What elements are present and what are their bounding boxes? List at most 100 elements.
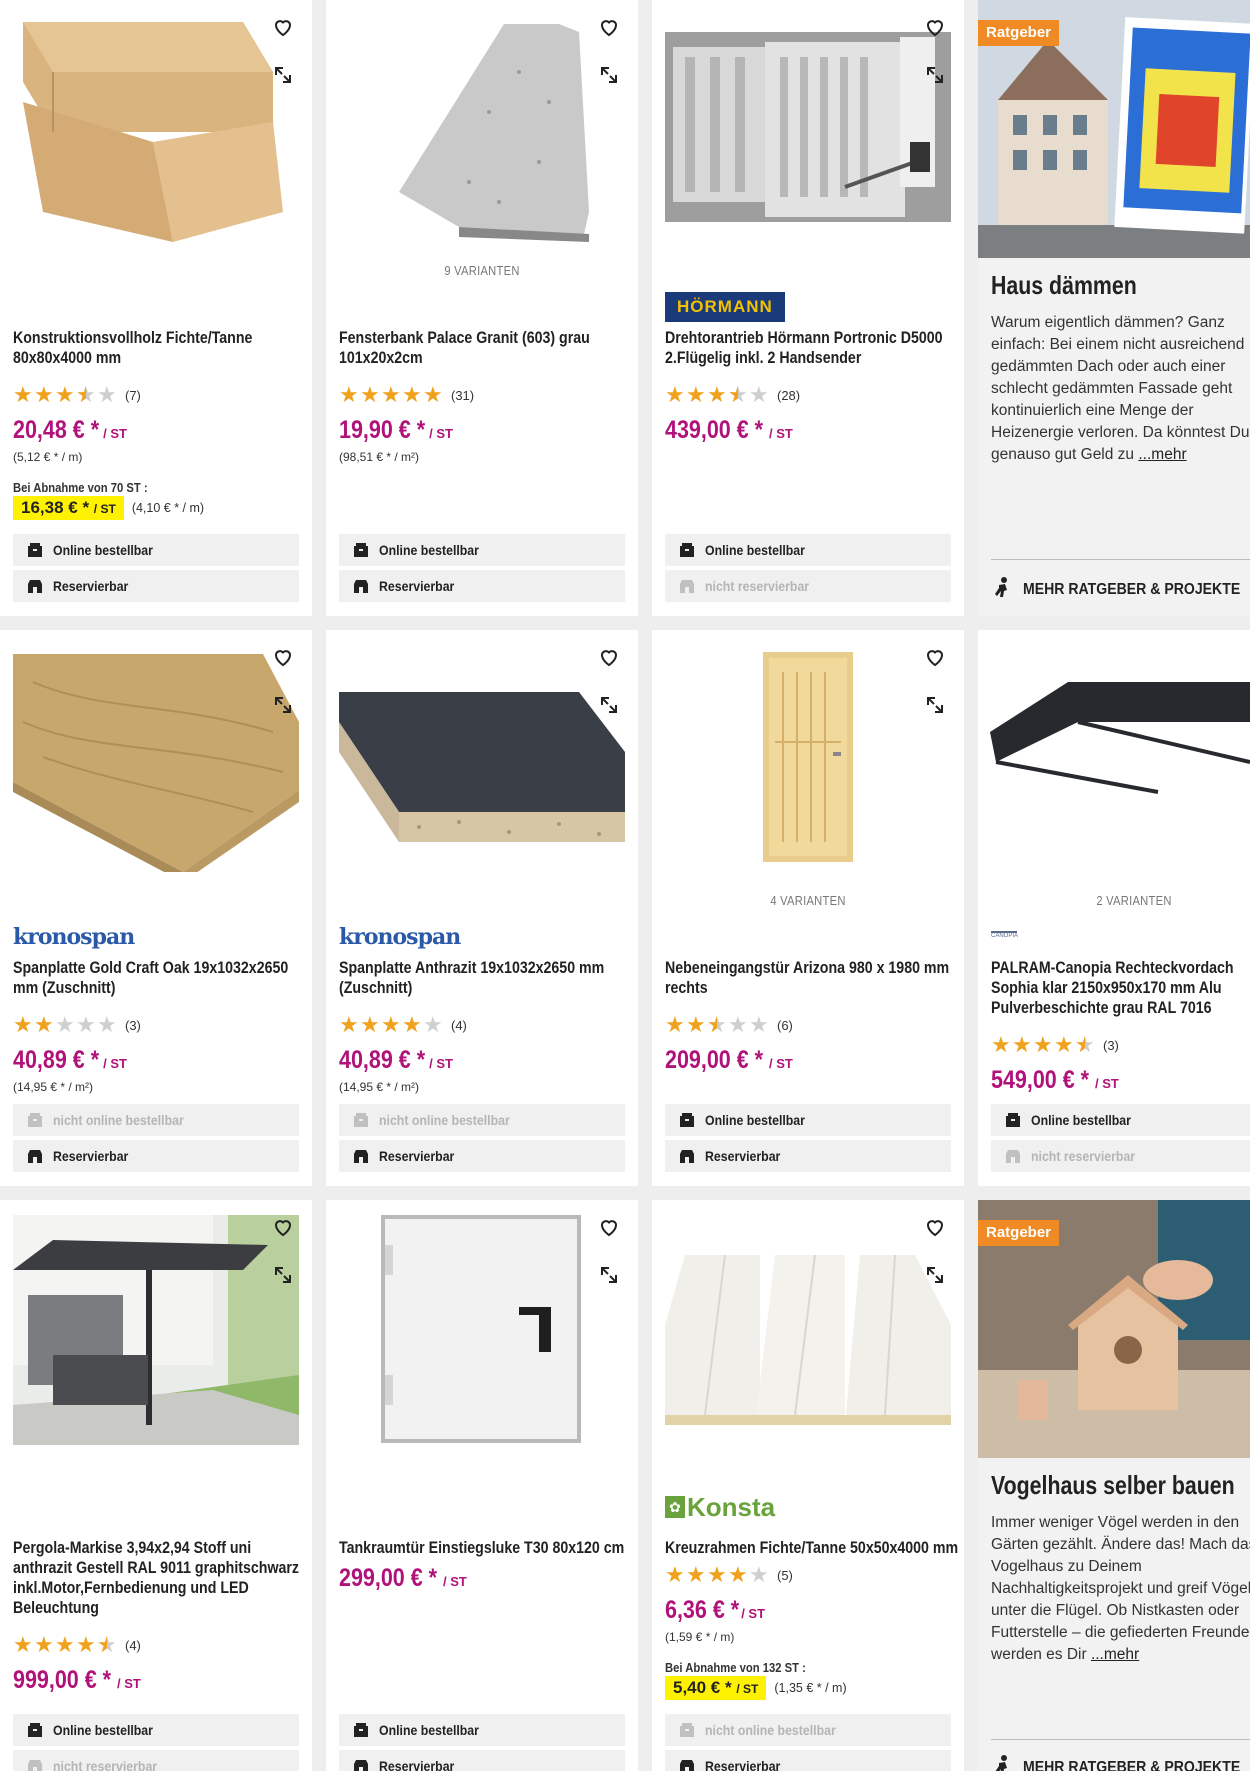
star-full-icon: ★ (728, 1562, 748, 1587)
product-image[interactable] (339, 1215, 625, 1445)
bulk-discount-label: Bei Abnahme von 70 ST : (13, 481, 148, 495)
favorite-heart-icon[interactable] (266, 10, 300, 44)
compare-arrows-icon[interactable] (918, 58, 952, 92)
ratgeber-card[interactable]: Ratgeber Vogelhaus selber bauen Immer we… (978, 1200, 1250, 1771)
product-title[interactable]: Spanplatte Anthrazit 19x1032x2650 mm (Zu… (339, 958, 638, 998)
favorite-heart-icon[interactable] (918, 1210, 952, 1244)
product-image[interactable] (13, 12, 299, 242)
price: 40,89 € * / ST (339, 1046, 453, 1074)
product-title[interactable]: Fensterbank Palace Granit (603) grau 101… (339, 328, 638, 368)
rating: ★★★★★ (6) (665, 1014, 793, 1037)
review-count: (4) (125, 1637, 141, 1653)
product-title[interactable]: Tankraumtür Einstiegsluke T30 80x120 cm (339, 1538, 638, 1558)
unit-price: (14,95 € * / m²) (13, 1080, 94, 1094)
star-rating: ★ ★ ★ ★ ★ (13, 1632, 117, 1657)
product-card[interactable]: ✿ Konsta Kreuzrahmen Fichte/Tanne 50x50x… (652, 1200, 964, 1771)
variants-count[interactable]: 2 VARIANTEN (1000, 893, 1250, 908)
product-card[interactable]: 9 VARIANTEN Fensterbank Palace Granit (6… (326, 0, 638, 616)
compare-arrows-icon[interactable] (266, 58, 300, 92)
more-ratgeber-button[interactable]: MEHR RATGEBER & PROJEKTE (991, 1754, 1250, 1771)
reservation-availability: nicht reservierbar (665, 570, 951, 602)
favorite-heart-icon[interactable] (592, 1210, 626, 1244)
store-icon (353, 1758, 369, 1771)
brand-logo[interactable]: ✿ Konsta (665, 1492, 775, 1522)
product-card[interactable]: Konstruktionsvollholz Fichte/Tanne 80x80… (0, 0, 312, 616)
online-availability: Online bestellbar (991, 1104, 1250, 1136)
product-card[interactable]: 4 VARIANTEN Nebeneingangstür Arizona 980… (652, 630, 964, 1186)
more-ratgeber-button[interactable]: MEHR RATGEBER & PROJEKTE (991, 576, 1250, 603)
favorite-heart-icon[interactable] (592, 640, 626, 674)
online-availability: Online bestellbar (13, 534, 299, 566)
box-icon (27, 1112, 43, 1128)
brand-logo[interactable]: kronospan (339, 922, 461, 952)
product-image[interactable] (665, 642, 951, 872)
product-title[interactable]: Konstruktionsvollholz Fichte/Tanne 80x80… (13, 328, 312, 368)
favorite-heart-icon[interactable] (592, 10, 626, 44)
product-image[interactable] (665, 12, 951, 242)
ratgeber-tag: Ratgeber (978, 1220, 1060, 1246)
favorite-heart-icon[interactable] (918, 640, 952, 674)
store-icon (1005, 1148, 1021, 1164)
reservation-availability: Reservierbar (665, 1750, 951, 1771)
star-full-icon: ★ (339, 1012, 359, 1037)
favorite-heart-icon[interactable] (918, 10, 952, 44)
reservation-availability: Reservierbar (339, 1750, 625, 1771)
star-full-icon: ★ (1012, 1032, 1032, 1057)
variants-count[interactable]: 9 VARIANTEN (348, 263, 616, 278)
compare-arrows-icon[interactable] (266, 1258, 300, 1292)
product-image[interactable] (339, 12, 625, 242)
rating: ★★★★★ (4) (339, 1014, 467, 1036)
ratgeber-title[interactable]: Vogelhaus selber bauen (991, 1470, 1235, 1501)
product-card[interactable]: kronospan Spanplatte Gold Craft Oak 19x1… (0, 630, 312, 1186)
product-card[interactable]: HÖRMANN Drehtorantrieb Hörmann Portronic… (652, 0, 964, 616)
reservation-availability: Reservierbar (339, 570, 625, 602)
brand-logo[interactable]: CANOPIA (991, 922, 1018, 952)
compare-arrows-icon[interactable] (592, 1258, 626, 1292)
star-empty-icon: ★ (423, 1012, 443, 1037)
product-image[interactable] (665, 1215, 951, 1445)
favorite-heart-icon[interactable] (266, 640, 300, 674)
product-image[interactable] (13, 1215, 299, 1445)
variants-count[interactable]: 4 VARIANTEN (674, 893, 942, 908)
compare-arrows-icon[interactable] (592, 58, 626, 92)
online-availability: nicht online bestellbar (339, 1104, 625, 1136)
online-availability: nicht online bestellbar (13, 1104, 299, 1136)
compare-arrows-icon[interactable] (918, 688, 952, 722)
product-image[interactable] (339, 642, 625, 872)
product-card[interactable]: Pergola-Markise 3,94x2,94 Stoff uni anth… (0, 1200, 312, 1771)
box-icon (679, 1722, 695, 1738)
box-icon (679, 1112, 695, 1128)
read-more-link[interactable]: ...mehr (1091, 1646, 1139, 1663)
brand-logo[interactable]: HÖRMANN (665, 292, 785, 322)
product-title[interactable]: Nebeneingangstür Arizona 980 x 1980 mm r… (665, 958, 964, 998)
star-full-icon: ★ (1054, 1032, 1074, 1057)
product-title[interactable]: PALRAM-Canopia Rechteckvordach Sophia kl… (991, 958, 1250, 1018)
konsta-logo: Konsta (687, 1491, 776, 1522)
read-more-link[interactable]: ...mehr (1138, 446, 1186, 463)
product-card[interactable]: 2 VARIANTEN CANOPIA PALRAM-Canopia Recht… (978, 630, 1250, 1186)
star-full-icon: ★ (423, 382, 443, 407)
brand-logo[interactable]: kronospan (13, 922, 135, 952)
canopia-logo-icon: CANOPIA (991, 931, 1018, 943)
product-title[interactable]: Kreuzrahmen Fichte/Tanne 50x50x4000 mm (665, 1538, 964, 1558)
bulk-price-highlight: 16,38 € * / ST (13, 496, 124, 520)
product-image[interactable] (978, 642, 1250, 872)
favorite-heart-icon[interactable] (266, 1210, 300, 1244)
online-availability: Online bestellbar (665, 534, 951, 566)
product-image[interactable] (13, 642, 299, 882)
star-rating: ★ ★ ★ ★ ★ (665, 384, 769, 407)
product-title[interactable]: Drehtorantrieb Hörmann Portronic D5000 2… (665, 328, 964, 368)
star-full-icon: ★ (707, 1562, 727, 1587)
product-title[interactable]: Spanplatte Gold Craft Oak 19x1032x2650 m… (13, 958, 312, 998)
star-half-icon: ★ (728, 384, 748, 407)
product-title[interactable]: Pergola-Markise 3,94x2,94 Stoff uni anth… (13, 1538, 312, 1618)
reservation-availability: Reservierbar (339, 1140, 625, 1172)
compare-arrows-icon[interactable] (592, 688, 626, 722)
star-full-icon: ★ (55, 1632, 75, 1657)
product-card[interactable]: Tankraumtür Einstiegsluke T30 80x120 cm … (326, 1200, 638, 1771)
ratgeber-card[interactable]: Ratgeber Haus dämmen Warum eigentlich dä… (978, 0, 1250, 616)
ratgeber-title[interactable]: Haus dämmen (991, 270, 1137, 301)
product-card[interactable]: kronospan Spanplatte Anthrazit 19x1032x2… (326, 630, 638, 1186)
compare-arrows-icon[interactable] (266, 688, 300, 722)
compare-arrows-icon[interactable] (918, 1258, 952, 1292)
